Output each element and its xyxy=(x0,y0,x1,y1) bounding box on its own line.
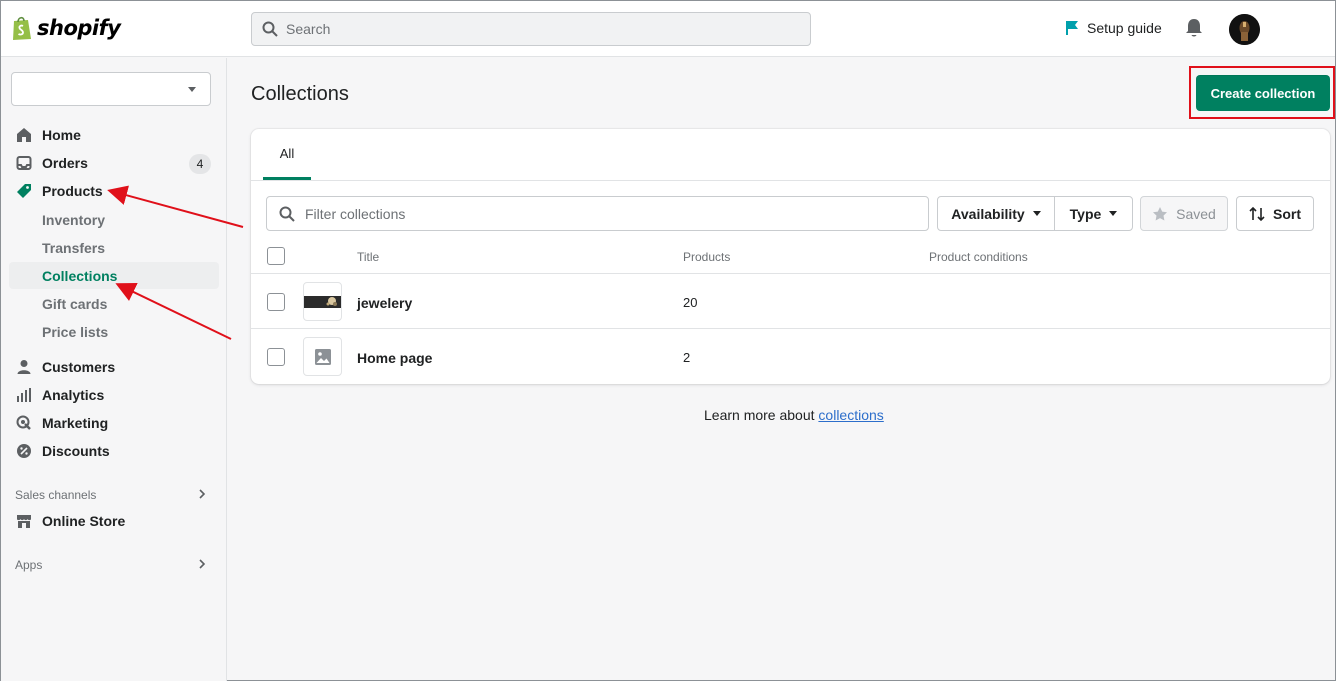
sidebar-item-analytics[interactable]: Analytics xyxy=(15,382,104,408)
tag-icon xyxy=(15,182,33,200)
setup-guide-button[interactable]: Setup guide xyxy=(1065,20,1162,36)
flag-icon xyxy=(1066,21,1078,35)
column-header-title[interactable]: Title xyxy=(357,250,379,264)
sidebar-subitem-gift-cards[interactable]: Gift cards xyxy=(42,296,107,312)
sidebar: Home Orders 4 Products Inventory Transfe… xyxy=(1,58,227,681)
learn-more-prefix: Learn more about xyxy=(704,407,815,423)
top-bar: shopify Search Setup guide xyxy=(1,1,1335,57)
chevron-right-icon[interactable] xyxy=(197,559,207,569)
sidebar-item-label: Analytics xyxy=(42,387,105,403)
create-collection-button[interactable]: Create collection xyxy=(1196,75,1330,111)
logo-text: shopify xyxy=(37,16,121,40)
page-title: Collections xyxy=(251,83,349,105)
collection-title-link[interactable]: jewelery xyxy=(357,295,412,311)
store-selector[interactable] xyxy=(11,72,211,106)
sidebar-item-orders[interactable]: Orders xyxy=(15,150,88,176)
discount-icon xyxy=(15,442,33,460)
caret-down-icon xyxy=(1109,211,1118,216)
filter-collections-input[interactable]: Filter collections xyxy=(266,196,929,231)
avatar[interactable] xyxy=(1229,14,1260,45)
sidebar-item-label: Home xyxy=(42,127,81,143)
sidebar-item-label: Customers xyxy=(42,359,116,375)
apps-label: Apps xyxy=(15,558,43,572)
sort-label: Sort xyxy=(1273,205,1301,222)
setup-guide-label: Setup guide xyxy=(1087,20,1162,36)
sidebar-item-label: Orders xyxy=(42,155,88,171)
products-count: 20 xyxy=(683,295,698,310)
tab-label: All xyxy=(279,145,295,161)
collection-title-link[interactable]: Home page xyxy=(357,350,432,366)
sidebar-subitem-price-lists[interactable]: Price lists xyxy=(42,324,108,340)
type-label: Type xyxy=(1069,205,1102,222)
image-placeholder-icon xyxy=(314,348,331,365)
column-header-products[interactable]: Products xyxy=(683,250,730,264)
sidebar-item-marketing[interactable]: Marketing xyxy=(15,410,108,436)
search-icon xyxy=(279,206,295,222)
sidebar-item-label: Marketing xyxy=(42,415,109,431)
sidebar-subitem-transfers[interactable]: Transfers xyxy=(42,240,105,256)
sidebar-item-label: Products xyxy=(42,183,103,199)
jewelry-image-icon xyxy=(304,296,341,308)
divider xyxy=(251,273,1330,274)
divider xyxy=(251,328,1330,329)
select-all-checkbox[interactable] xyxy=(267,247,285,265)
star-icon xyxy=(1153,206,1168,220)
collection-thumbnail xyxy=(303,282,342,321)
sort-button[interactable]: Sort xyxy=(1236,196,1314,231)
orders-count-badge: 4 xyxy=(189,154,211,174)
orders-icon xyxy=(15,154,33,172)
collections-help-link[interactable]: collections xyxy=(818,407,883,423)
type-filter-button[interactable]: Type xyxy=(1054,196,1133,231)
home-icon xyxy=(15,126,33,144)
avatar-image-icon xyxy=(1229,14,1260,45)
collections-card: All Filter collections Availability Type… xyxy=(251,129,1330,384)
sidebar-item-discounts[interactable]: Discounts xyxy=(15,438,110,464)
marketing-icon xyxy=(15,414,33,432)
tab-all[interactable]: All xyxy=(263,129,311,180)
sidebar-item-products[interactable]: Products xyxy=(15,178,103,204)
availability-filter-button[interactable]: Availability xyxy=(937,196,1055,231)
shopify-bag-icon xyxy=(13,16,31,40)
saved-button[interactable]: Saved xyxy=(1140,196,1228,231)
sidebar-item-label: Online Store xyxy=(42,513,126,529)
notifications-button[interactable] xyxy=(1185,18,1203,41)
collection-thumbnail xyxy=(303,337,342,376)
learn-more-text: Learn more about collections xyxy=(704,407,884,423)
bell-icon xyxy=(1186,19,1202,37)
sidebar-subitem-inventory[interactable]: Inventory xyxy=(42,212,105,228)
divider xyxy=(251,180,1330,181)
search-input[interactable]: Search xyxy=(251,12,811,46)
sort-icon xyxy=(1249,206,1265,221)
caret-down-icon xyxy=(1032,211,1041,216)
sidebar-item-customers[interactable]: Customers xyxy=(15,354,115,380)
sidebar-subitem-collections[interactable]: Collections xyxy=(42,268,117,284)
products-count: 2 xyxy=(683,350,691,365)
search-icon xyxy=(262,21,278,37)
row-checkbox[interactable] xyxy=(267,348,285,366)
person-icon xyxy=(15,358,33,376)
store-icon xyxy=(15,512,33,530)
column-header-product-conditions[interactable]: Product conditions xyxy=(929,250,1028,264)
sales-channels-label: Sales channels xyxy=(15,488,97,502)
filter-placeholder: Filter collections xyxy=(305,205,406,222)
sidebar-item-online-store[interactable]: Online Store xyxy=(15,508,125,534)
shopify-logo[interactable]: shopify xyxy=(11,15,121,41)
sidebar-item-home[interactable]: Home xyxy=(15,122,81,148)
saved-label: Saved xyxy=(1176,205,1216,222)
search-placeholder: Search xyxy=(286,21,331,37)
chevron-right-icon[interactable] xyxy=(197,489,207,499)
bar-chart-icon xyxy=(15,386,33,404)
availability-label: Availability xyxy=(951,205,1025,222)
row-checkbox[interactable] xyxy=(267,293,285,311)
chevron-down-icon xyxy=(188,87,196,92)
sidebar-item-label: Discounts xyxy=(42,443,110,459)
